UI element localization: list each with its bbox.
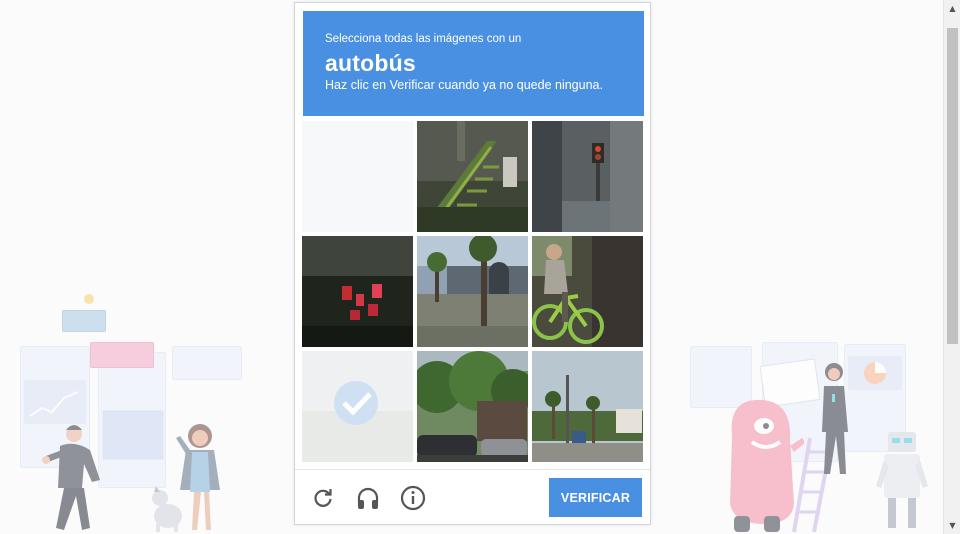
audio-headphones-icon — [357, 487, 379, 509]
help-button[interactable] — [398, 483, 428, 513]
image-tile-7[interactable] — [302, 351, 413, 462]
scrollbar-thumb[interactable] — [947, 28, 958, 344]
instruction-banner: Selecciona todas las imágenes con un aut… — [303, 11, 644, 116]
left-illustration — [18, 290, 258, 534]
worker-illustration-icon — [822, 363, 848, 474]
person-illustration-icon — [42, 425, 100, 530]
right-illustration — [688, 340, 940, 534]
image-tile-4[interactable] — [302, 236, 413, 347]
page-background: Selecciona todas las imágenes con un aut… — [0, 0, 960, 534]
audio-challenge-button[interactable] — [353, 483, 383, 513]
target-object-label: autobús — [325, 50, 416, 76]
instruction-text: Selecciona todas las imágenes con un — [325, 33, 522, 45]
image-tile-9[interactable] — [532, 351, 643, 462]
dog-illustration-icon — [152, 486, 182, 532]
image-tile-5[interactable] — [417, 236, 528, 347]
verify-button[interactable]: VERIFICAR — [549, 478, 642, 517]
line-chart-icon — [29, 391, 79, 417]
image-tile-1[interactable] — [302, 121, 413, 232]
captcha-challenge-dialog: Selecciona todas las imágenes con un aut… — [294, 2, 651, 525]
image-tile-3[interactable] — [532, 121, 643, 232]
reload-button[interactable] — [308, 483, 338, 513]
robot-illustration-icon — [876, 432, 928, 528]
footer-divider — [295, 469, 650, 470]
scroll-up-arrow-icon[interactable]: ▲ — [944, 0, 960, 17]
info-icon — [400, 485, 426, 511]
image-tile-8[interactable] — [417, 351, 528, 462]
reload-icon — [314, 489, 332, 507]
page-scrollbar[interactable]: ▲ ▼ — [943, 0, 960, 534]
image-tile-2[interactable] — [417, 121, 528, 232]
instruction-subtext: Haz clic en Verificar cuando ya no quede… — [325, 78, 603, 92]
scroll-down-arrow-icon[interactable]: ▼ — [944, 517, 960, 534]
image-tile-6[interactable] — [532, 236, 643, 347]
pie-chart-icon — [864, 362, 886, 384]
image-grid — [302, 121, 644, 463]
